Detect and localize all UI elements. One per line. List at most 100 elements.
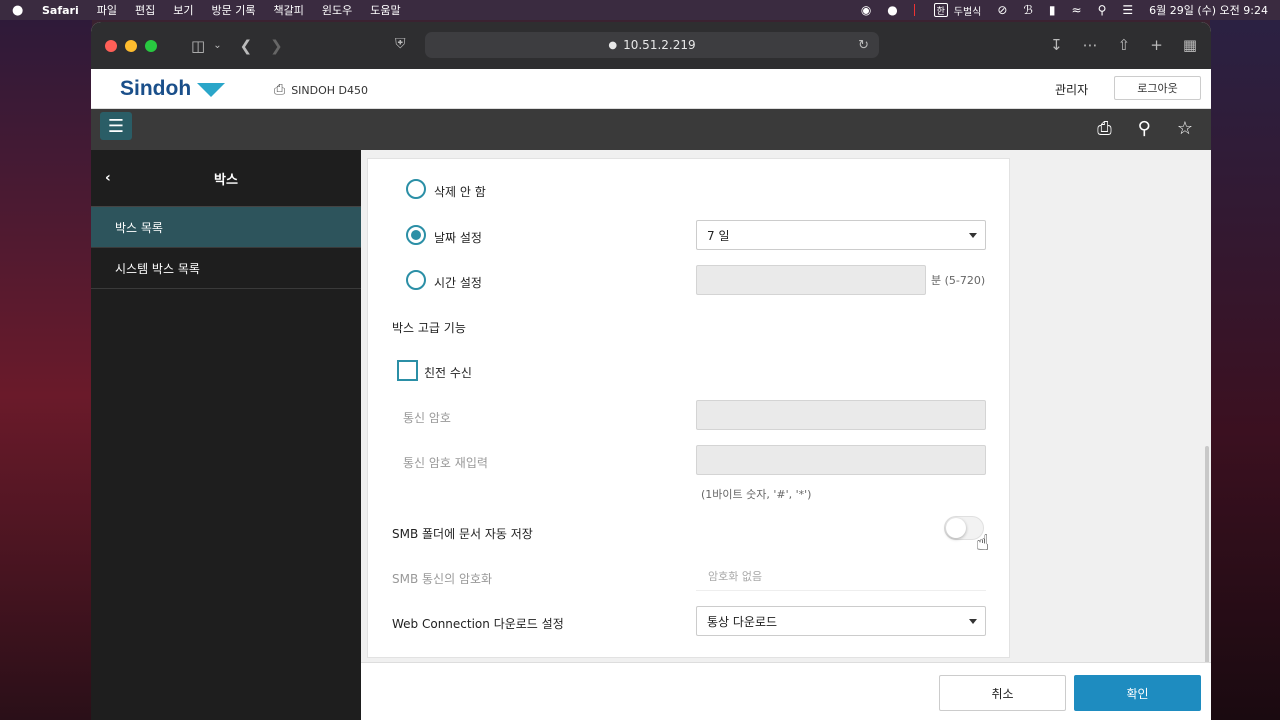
radio-date-setting[interactable] (406, 225, 426, 245)
password-hint: (1바이트 숫자, '#', '*') (701, 488, 812, 501)
ok-button[interactable]: 확인 (1074, 675, 1201, 711)
smb-encryption-label: SMB 통신의 암호화 (392, 572, 493, 586)
macos-menubar: ● Safari 파일 편집 보기 방문 기록 책갈피 윈도우 도움말 ◉ ● … (0, 0, 1280, 20)
comm-password-confirm-label: 통신 암호 재입력 (403, 456, 488, 470)
clock[interactable]: 6월 29일 (수) 오전 9:24 (1149, 2, 1268, 18)
sidebar-item-system-box-list[interactable]: 시스템 박스 목록 (91, 248, 361, 289)
sidebar-item-label: 박스 목록 (115, 220, 163, 235)
spotlight-icon[interactable]: ⚲ (1098, 3, 1107, 17)
lock-icon: ● (608, 39, 618, 51)
smb-encryption-value: 암호화 없음 (708, 569, 763, 583)
comm-password-confirm-input[interactable] (696, 445, 986, 475)
site-header: Sindoh ⎙ SINDOH D450 관리자 로그아웃 (91, 69, 1211, 109)
zoom-window-button[interactable] (145, 39, 157, 52)
time-unit-hint: 분 (5-720) (931, 274, 986, 287)
reload-icon[interactable]: ↻ (858, 38, 869, 53)
menu-icon[interactable]: ☰ (100, 112, 132, 140)
radio-time-setting[interactable] (406, 270, 426, 290)
time-setting-input[interactable] (696, 265, 926, 295)
logo-text: Sindoh (120, 77, 192, 100)
back-icon[interactable]: ❮ (240, 37, 253, 55)
logo-mark-icon (197, 83, 226, 97)
content-scrollbar[interactable] (1205, 446, 1209, 666)
device-info: ⎙ SINDOH D450 (274, 82, 368, 98)
cancel-button[interactable]: 취소 (939, 675, 1066, 711)
menu-help[interactable]: 도움말 (370, 2, 400, 18)
menu-window[interactable]: 윈도우 (322, 2, 352, 18)
pause-indicator-icon[interactable] (913, 4, 918, 16)
menu-app-safari[interactable]: Safari (42, 4, 79, 17)
share-icon[interactable]: ⇧ (1118, 36, 1131, 54)
back-chevron-icon[interactable]: ‹ (105, 170, 111, 186)
form-footer: 취소 확인 (361, 662, 1211, 720)
comm-password-input[interactable] (696, 400, 986, 430)
radio-delete-none[interactable] (406, 179, 426, 199)
sidebar-item-box-list[interactable]: 박스 목록 (91, 207, 361, 248)
record-icon[interactable]: ◉ (861, 3, 871, 17)
main-area: ‹ 박스 박스 목록 시스템 박스 목록 삭제 안 함 날짜 설정 7 일 시간… (91, 150, 1211, 720)
mute-icon[interactable]: ⊘ (997, 3, 1007, 17)
nav-bar: ☰ ⎙ ⚲ ☆ (91, 109, 1211, 150)
webconn-download-select[interactable]: 통상 다운로드 (696, 606, 986, 636)
new-tab-icon[interactable]: + (1150, 36, 1163, 54)
sidebar-item-label: 시스템 박스 목록 (115, 261, 200, 276)
delete-none-label: 삭제 안 함 (434, 185, 486, 199)
comm-password-label: 통신 암호 (403, 411, 451, 425)
wifi-icon[interactable]: ≈ (1072, 3, 1082, 17)
menu-edit[interactable]: 편집 (135, 2, 155, 18)
desktop-background-right (1210, 0, 1280, 720)
menu-view[interactable]: 보기 (173, 2, 193, 18)
settings-panel: 삭제 안 함 날짜 설정 7 일 시간 설정 분 (5-720) 박스 고급 기… (367, 158, 1010, 658)
desktop-background-left (0, 0, 92, 720)
control-center-icon[interactable]: ☰ (1122, 3, 1133, 17)
input-source-icon[interactable]: 한 (933, 3, 948, 17)
webconn-download-label: Web Connection 다운로드 설정 (392, 617, 564, 631)
user-role: 관리자 (1055, 83, 1089, 97)
forward-icon[interactable]: ❯ (270, 37, 283, 55)
chat-icon[interactable]: ● (887, 3, 897, 17)
time-setting-label: 시간 설정 (434, 276, 482, 290)
sidebar: ‹ 박스 박스 목록 시스템 박스 목록 (91, 150, 361, 720)
search-icon[interactable]: ⚲ (1138, 118, 1151, 139)
browser-window: ◫ ⌄ ❮ ❯ ⛨ ● 10.51.2.219 ↻ ↧ ⋯ ⇧ + ▦ Sind… (91, 22, 1211, 720)
smb-autosave-label: SMB 폴더에 문서 자동 저장 (392, 527, 533, 541)
date-setting-label: 날짜 설정 (434, 231, 482, 245)
bluetooth-icon[interactable]: ℬ (1023, 3, 1032, 17)
input-source-label[interactable]: 두벌식 (954, 3, 982, 18)
minimize-window-button[interactable] (125, 39, 137, 52)
menu-history[interactable]: 방문 기록 (212, 2, 256, 18)
logout-button[interactable]: 로그아웃 (1114, 76, 1201, 100)
device-status-icon[interactable]: ⎙ (1097, 118, 1111, 139)
smb-encryption-select[interactable]: 암호화 없음 (696, 561, 986, 591)
menu-file[interactable]: 파일 (97, 2, 117, 18)
tab-overview-icon[interactable]: ▦ (1183, 36, 1197, 54)
privacy-shield-icon[interactable]: ⛨ (395, 36, 406, 52)
menu-bookmarks[interactable]: 책갈피 (273, 2, 303, 18)
caret-down-icon (969, 619, 977, 624)
printer-icon: ⎙ (274, 82, 286, 98)
browser-toolbar: ◫ ⌄ ❮ ❯ ⛨ ● 10.51.2.219 ↻ ↧ ⋯ ⇧ + ▦ (91, 22, 1211, 69)
sidebar-title: 박스 (214, 172, 238, 188)
sidebar-header: ‹ 박스 (91, 150, 361, 207)
favorite-star-icon[interactable]: ☆ (1177, 118, 1193, 139)
address-text: 10.51.2.219 (623, 38, 696, 52)
content-area: 삭제 안 함 날짜 설정 7 일 시간 설정 분 (5-720) 박스 고급 기… (361, 150, 1211, 666)
chevron-down-icon[interactable]: ⌄ (213, 40, 221, 51)
close-window-button[interactable] (105, 39, 117, 52)
apple-menu-icon[interactable]: ● (12, 3, 26, 18)
webconn-download-value: 통상 다운로드 (707, 614, 778, 629)
sidebar-toggle-icon[interactable]: ◫ (191, 37, 205, 55)
advanced-section-label: 박스 고급 기능 (392, 321, 466, 335)
relay-receive-checkbox[interactable] (397, 360, 418, 381)
pointer-hand-icon: ☝ (976, 531, 990, 556)
sindoh-logo: Sindoh (120, 77, 226, 101)
downloads-icon[interactable]: ↧ (1050, 36, 1063, 54)
extensions-icon[interactable]: ⋯ (1083, 36, 1098, 54)
device-name: SINDOH D450 (291, 83, 369, 97)
address-bar[interactable]: ● 10.51.2.219 ↻ (425, 32, 879, 58)
relay-receive-label: 친전 수신 (424, 366, 472, 380)
caret-down-icon (969, 233, 977, 238)
date-setting-select[interactable]: 7 일 (696, 220, 986, 250)
battery-icon[interactable]: ▮ (1049, 3, 1056, 17)
date-setting-value: 7 일 (707, 228, 730, 243)
